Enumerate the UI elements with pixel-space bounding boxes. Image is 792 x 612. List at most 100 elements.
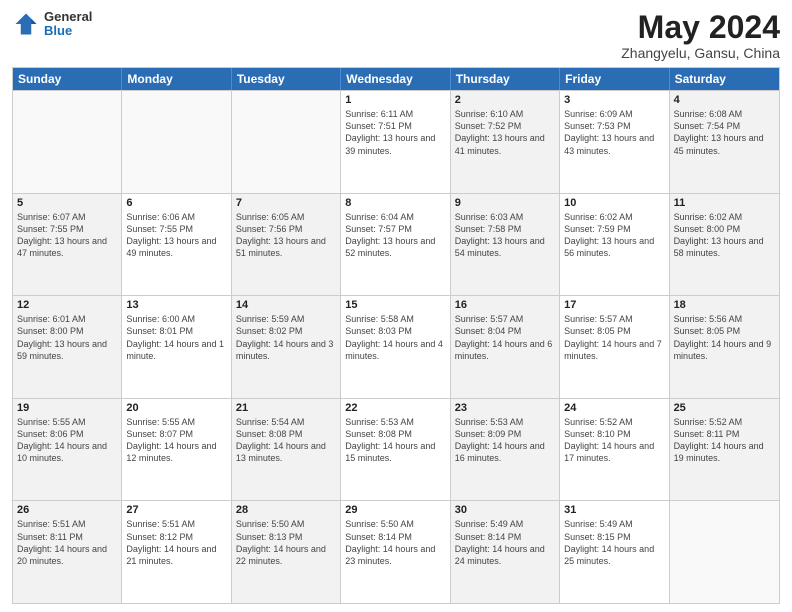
day-info: Sunrise: 5:54 AM Sunset: 8:08 PM Dayligh… bbox=[236, 416, 336, 465]
day-info: Sunrise: 6:05 AM Sunset: 7:56 PM Dayligh… bbox=[236, 211, 336, 260]
day-number: 2 bbox=[455, 94, 555, 106]
day-number: 23 bbox=[455, 402, 555, 414]
day-number: 7 bbox=[236, 197, 336, 209]
calendar: SundayMondayTuesdayWednesdayThursdayFrid… bbox=[12, 67, 780, 604]
cal-cell-day-3: 3 Sunrise: 6:09 AM Sunset: 7:53 PM Daylig… bbox=[560, 91, 669, 193]
day-number: 16 bbox=[455, 299, 555, 311]
day-number: 27 bbox=[126, 504, 226, 516]
day-info: Sunrise: 6:08 AM Sunset: 7:54 PM Dayligh… bbox=[674, 108, 775, 157]
logo-text: General Blue bbox=[44, 10, 92, 39]
cal-cell-day-21: 21 Sunrise: 5:54 AM Sunset: 8:08 PM Dayli… bbox=[232, 399, 341, 501]
cal-cell-day-4: 4 Sunrise: 6:08 AM Sunset: 7:54 PM Daylig… bbox=[670, 91, 779, 193]
cal-header-tuesday: Tuesday bbox=[232, 68, 341, 90]
page-title: May 2024 bbox=[621, 10, 780, 45]
cal-cell-day-18: 18 Sunrise: 5:56 AM Sunset: 8:05 PM Dayli… bbox=[670, 296, 779, 398]
day-info: Sunrise: 5:50 AM Sunset: 8:14 PM Dayligh… bbox=[345, 518, 445, 567]
day-number: 28 bbox=[236, 504, 336, 516]
day-number: 8 bbox=[345, 197, 445, 209]
cal-cell-empty bbox=[232, 91, 341, 193]
cal-header-sunday: Sunday bbox=[13, 68, 122, 90]
cal-cell-day-28: 28 Sunrise: 5:50 AM Sunset: 8:13 PM Dayli… bbox=[232, 501, 341, 603]
logo-icon bbox=[12, 10, 40, 38]
cal-cell-day-17: 17Sunrise: 5:57 AM Sunset: 8:05 PM Dayli… bbox=[560, 296, 669, 398]
day-info: Sunrise: 6:11 AM Sunset: 7:51 PM Dayligh… bbox=[345, 108, 445, 157]
calendar-body: 1Sunrise: 6:11 AM Sunset: 7:51 PM Daylig… bbox=[13, 90, 779, 603]
cal-week-4: 19 Sunrise: 5:55 AM Sunset: 8:06 PM Dayli… bbox=[13, 398, 779, 501]
day-info: Sunrise: 5:49 AM Sunset: 8:14 PM Dayligh… bbox=[455, 518, 555, 567]
cal-cell-empty bbox=[13, 91, 122, 193]
cal-cell-day-14: 14Sunrise: 5:59 AM Sunset: 8:02 PM Dayli… bbox=[232, 296, 341, 398]
day-number: 13 bbox=[126, 299, 226, 311]
day-number: 21 bbox=[236, 402, 336, 414]
cal-cell-day-24: 24 Sunrise: 5:52 AM Sunset: 8:10 PM Dayli… bbox=[560, 399, 669, 501]
cal-week-1: 1Sunrise: 6:11 AM Sunset: 7:51 PM Daylig… bbox=[13, 90, 779, 193]
cal-cell-day-26: 26Sunrise: 5:51 AM Sunset: 8:11 PM Dayli… bbox=[13, 501, 122, 603]
cal-week-2: 5 Sunrise: 6:07 AM Sunset: 7:55 PM Daylig… bbox=[13, 193, 779, 296]
day-number: 9 bbox=[455, 197, 555, 209]
cal-header-wednesday: Wednesday bbox=[341, 68, 450, 90]
day-number: 24 bbox=[564, 402, 664, 414]
day-info: Sunrise: 5:53 AM Sunset: 8:09 PM Dayligh… bbox=[455, 416, 555, 465]
day-number: 31 bbox=[564, 504, 664, 516]
cal-cell-day-9: 9 Sunrise: 6:03 AM Sunset: 7:58 PM Daylig… bbox=[451, 194, 560, 296]
day-info: Sunrise: 5:50 AM Sunset: 8:13 PM Dayligh… bbox=[236, 518, 336, 567]
day-info: Sunrise: 6:06 AM Sunset: 7:55 PM Dayligh… bbox=[126, 211, 226, 260]
cal-cell-day-31: 31 Sunrise: 5:49 AM Sunset: 8:15 PM Dayli… bbox=[560, 501, 669, 603]
cal-week-5: 26Sunrise: 5:51 AM Sunset: 8:11 PM Dayli… bbox=[13, 500, 779, 603]
cal-cell-day-13: 13Sunrise: 6:00 AM Sunset: 8:01 PM Dayli… bbox=[122, 296, 231, 398]
day-number: 29 bbox=[345, 504, 445, 516]
day-info: Sunrise: 5:56 AM Sunset: 8:05 PM Dayligh… bbox=[674, 313, 775, 362]
day-number: 11 bbox=[674, 197, 775, 209]
cal-cell-day-7: 7 Sunrise: 6:05 AM Sunset: 7:56 PM Daylig… bbox=[232, 194, 341, 296]
logo-general: General bbox=[44, 10, 92, 24]
cal-cell-day-29: 29 Sunrise: 5:50 AM Sunset: 8:14 PM Dayli… bbox=[341, 501, 450, 603]
cal-cell-day-15: 15Sunrise: 5:58 AM Sunset: 8:03 PM Dayli… bbox=[341, 296, 450, 398]
title-block: May 2024 Zhangyelu, Gansu, China bbox=[621, 10, 780, 61]
header: General Blue May 2024 Zhangyelu, Gansu, … bbox=[12, 10, 780, 61]
cal-cell-day-8: 8 Sunrise: 6:04 AM Sunset: 7:57 PM Daylig… bbox=[341, 194, 450, 296]
cal-cell-day-19: 19 Sunrise: 5:55 AM Sunset: 8:06 PM Dayli… bbox=[13, 399, 122, 501]
cal-header-thursday: Thursday bbox=[451, 68, 560, 90]
day-number: 6 bbox=[126, 197, 226, 209]
day-number: 20 bbox=[126, 402, 226, 414]
day-number: 18 bbox=[674, 299, 775, 311]
day-number: 19 bbox=[17, 402, 117, 414]
day-number: 5 bbox=[17, 197, 117, 209]
day-info: Sunrise: 5:51 AM Sunset: 8:12 PM Dayligh… bbox=[126, 518, 226, 567]
day-info: Sunrise: 5:52 AM Sunset: 8:10 PM Dayligh… bbox=[564, 416, 664, 465]
day-info: Sunrise: 6:03 AM Sunset: 7:58 PM Dayligh… bbox=[455, 211, 555, 260]
cal-cell-day-22: 22Sunrise: 5:53 AM Sunset: 8:08 PM Dayli… bbox=[341, 399, 450, 501]
day-info: Sunrise: 5:53 AM Sunset: 8:08 PM Dayligh… bbox=[345, 416, 445, 465]
page-subtitle: Zhangyelu, Gansu, China bbox=[621, 45, 780, 61]
day-number: 10 bbox=[564, 197, 664, 209]
day-number: 15 bbox=[345, 299, 445, 311]
day-info: Sunrise: 5:57 AM Sunset: 8:05 PM Dayligh… bbox=[564, 313, 664, 362]
day-info: Sunrise: 6:02 AM Sunset: 8:00 PM Dayligh… bbox=[674, 211, 775, 260]
page: General Blue May 2024 Zhangyelu, Gansu, … bbox=[0, 0, 792, 612]
cal-cell-day-12: 12 Sunrise: 6:01 AM Sunset: 8:00 PM Dayli… bbox=[13, 296, 122, 398]
day-info: Sunrise: 5:57 AM Sunset: 8:04 PM Dayligh… bbox=[455, 313, 555, 362]
cal-cell-empty bbox=[670, 501, 779, 603]
day-number: 3 bbox=[564, 94, 664, 106]
day-number: 12 bbox=[17, 299, 117, 311]
logo-blue: Blue bbox=[44, 24, 92, 38]
day-number: 4 bbox=[674, 94, 775, 106]
cal-header-saturday: Saturday bbox=[670, 68, 779, 90]
cal-cell-day-20: 20 Sunrise: 5:55 AM Sunset: 8:07 PM Dayli… bbox=[122, 399, 231, 501]
day-info: Sunrise: 6:01 AM Sunset: 8:00 PM Dayligh… bbox=[17, 313, 117, 362]
day-info: Sunrise: 6:09 AM Sunset: 7:53 PM Dayligh… bbox=[564, 108, 664, 157]
day-info: Sunrise: 5:49 AM Sunset: 8:15 PM Dayligh… bbox=[564, 518, 664, 567]
day-info: Sunrise: 5:55 AM Sunset: 8:06 PM Dayligh… bbox=[17, 416, 117, 465]
day-info: Sunrise: 5:55 AM Sunset: 8:07 PM Dayligh… bbox=[126, 416, 226, 465]
cal-week-3: 12 Sunrise: 6:01 AM Sunset: 8:00 PM Dayli… bbox=[13, 295, 779, 398]
cal-cell-day-16: 16 Sunrise: 5:57 AM Sunset: 8:04 PM Dayli… bbox=[451, 296, 560, 398]
cal-cell-day-23: 23 Sunrise: 5:53 AM Sunset: 8:09 PM Dayli… bbox=[451, 399, 560, 501]
day-info: Sunrise: 6:04 AM Sunset: 7:57 PM Dayligh… bbox=[345, 211, 445, 260]
cal-cell-day-2: 2Sunrise: 6:10 AM Sunset: 7:52 PM Daylig… bbox=[451, 91, 560, 193]
day-info: Sunrise: 6:07 AM Sunset: 7:55 PM Dayligh… bbox=[17, 211, 117, 260]
cal-cell-empty bbox=[122, 91, 231, 193]
day-number: 30 bbox=[455, 504, 555, 516]
day-number: 14 bbox=[236, 299, 336, 311]
day-number: 26 bbox=[17, 504, 117, 516]
cal-header-monday: Monday bbox=[122, 68, 231, 90]
